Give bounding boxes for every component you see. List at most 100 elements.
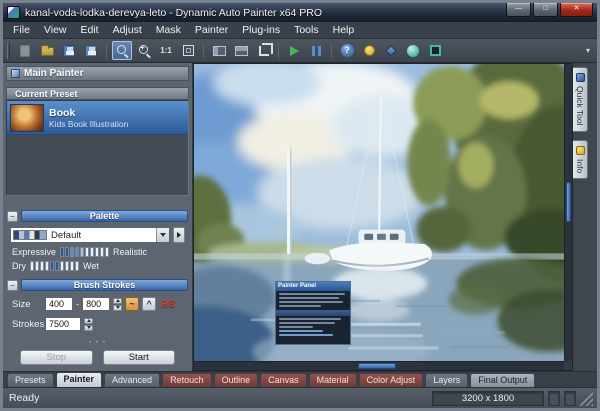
horizontal-scrollbar[interactable] xyxy=(194,361,564,370)
help-icon: ? xyxy=(341,44,354,57)
size-spinner[interactable] xyxy=(113,298,122,311)
tab-retouch[interactable]: Retouch xyxy=(162,373,212,387)
menu-tools[interactable]: Tools xyxy=(287,23,326,37)
menu-file[interactable]: File xyxy=(6,23,37,37)
preset-name: Book xyxy=(49,107,128,119)
save-button[interactable] xyxy=(59,41,79,60)
close-button[interactable]: ✕ xyxy=(560,3,593,17)
tab-presets[interactable]: Presets xyxy=(7,373,54,387)
pause-icon xyxy=(312,46,321,56)
menu-help[interactable]: Help xyxy=(326,23,362,37)
palette-select-arrow[interactable] xyxy=(156,228,169,242)
tab-color-adjust[interactable]: Color Adjust xyxy=(359,373,424,387)
side-tab-strip: Quick Tool Info xyxy=(573,63,597,371)
minimize-button[interactable]: — xyxy=(506,3,531,17)
tab-info[interactable]: Info xyxy=(573,140,588,179)
play-icon xyxy=(290,46,299,56)
strokes-spinner[interactable] xyxy=(84,318,93,331)
rs-button[interactable]: RS xyxy=(161,299,175,310)
save-icon xyxy=(63,45,75,57)
help-popup-text xyxy=(279,301,343,303)
bottom-tab-bar: Presets Painter Advanced Retouch Outline… xyxy=(3,371,597,387)
help-popup: Painter Panel xyxy=(275,281,351,345)
realistic-label: Realistic xyxy=(113,247,147,257)
start-button[interactable]: Start xyxy=(103,350,176,365)
mask-tool-button[interactable] xyxy=(381,41,401,60)
size-max-input[interactable]: 800 xyxy=(82,297,110,311)
fit-to-window-button[interactable] xyxy=(178,41,198,60)
menu-plugins[interactable]: Plug-ins xyxy=(235,23,287,37)
collapse-palette-button[interactable]: − xyxy=(7,211,18,222)
help-popup-text xyxy=(279,305,321,307)
toolbar-separator xyxy=(331,43,332,59)
dry-wet-slider[interactable] xyxy=(30,261,79,271)
quick-tool-icon xyxy=(576,73,585,82)
split-view-button[interactable] xyxy=(231,41,251,60)
panel-resize-grip[interactable]: - - - xyxy=(6,337,189,346)
palette-more-button[interactable] xyxy=(173,227,185,243)
vertical-scrollbar-thumb[interactable] xyxy=(566,182,571,222)
export-icon xyxy=(85,45,97,57)
material-preview-button[interactable] xyxy=(425,41,445,60)
preset-item-book[interactable]: Book Kids Book Illustration xyxy=(7,101,188,135)
new-button[interactable] xyxy=(15,41,35,60)
start-painting-button[interactable] xyxy=(284,41,304,60)
collapse-brush-button[interactable]: − xyxy=(7,280,18,291)
magnifier-plus-icon xyxy=(139,45,148,54)
zoom-tool-button[interactable] xyxy=(112,41,132,60)
menu-edit[interactable]: Edit xyxy=(74,23,106,37)
canvas-viewport[interactable]: Painter Panel xyxy=(193,63,573,371)
tab-advanced[interactable]: Advanced xyxy=(104,373,160,387)
new-icon xyxy=(20,45,30,57)
actual-size-button[interactable]: 1:1 xyxy=(156,41,176,60)
stop-button[interactable]: Stop xyxy=(20,350,93,365)
tab-layers[interactable]: Layers xyxy=(425,373,468,387)
help-popup-text xyxy=(279,318,341,320)
tab-canvas[interactable]: Canvas xyxy=(260,373,307,387)
panels-layout-button[interactable] xyxy=(209,41,229,60)
window-resize-grip[interactable] xyxy=(580,391,593,406)
vertical-scrollbar[interactable] xyxy=(564,64,572,361)
strokes-input[interactable]: 7500 xyxy=(45,317,81,331)
menu-mask[interactable]: Mask xyxy=(149,23,188,37)
tab-painter[interactable]: Painter xyxy=(56,372,103,387)
preset-list: Book Kids Book Illustration xyxy=(6,100,189,196)
palette-selected-value: Default xyxy=(51,230,156,241)
horizontal-scrollbar-thumb[interactable] xyxy=(358,363,396,369)
tab-material[interactable]: Material xyxy=(309,373,357,387)
size-min-input[interactable]: 400 xyxy=(45,297,73,311)
open-button[interactable] xyxy=(37,41,57,60)
zoom-in-button[interactable] xyxy=(134,41,154,60)
menu-adjust[interactable]: Adjust xyxy=(106,23,149,37)
help-button[interactable]: ? xyxy=(337,41,357,60)
size-separator: - xyxy=(76,299,79,310)
status-panel-2 xyxy=(564,391,576,406)
help-popup-text xyxy=(279,322,335,324)
main-area: Main Painter Current Preset Book Kids Bo… xyxy=(3,63,597,371)
palette-header: Palette xyxy=(21,210,188,222)
current-preset-header: Current Preset xyxy=(6,87,189,100)
fit-icon xyxy=(183,45,194,56)
lamp-tool-button[interactable] xyxy=(359,41,379,60)
crop-button[interactable] xyxy=(253,41,273,60)
tab-outline[interactable]: Outline xyxy=(214,373,259,387)
mask-icon xyxy=(385,45,396,56)
tab-final-output[interactable]: Final Output xyxy=(470,373,535,387)
sphere-preview-button[interactable] xyxy=(403,41,423,60)
brush-shape-button[interactable]: ~ xyxy=(125,297,139,311)
painting-image xyxy=(194,64,564,361)
tab-quick-tool[interactable]: Quick Tool xyxy=(573,67,588,132)
preset-description: Kids Book Illustration xyxy=(49,119,128,129)
menu-view[interactable]: View xyxy=(37,23,74,37)
palette-select[interactable]: Default xyxy=(10,227,170,243)
help-popup-link[interactable] xyxy=(279,330,323,332)
expressive-realistic-slider[interactable] xyxy=(60,247,109,257)
pause-painting-button[interactable] xyxy=(306,41,326,60)
menu-painter[interactable]: Painter xyxy=(188,23,235,37)
toolbar-overflow-button[interactable]: ▾ xyxy=(583,46,593,55)
export-button[interactable] xyxy=(81,41,101,60)
help-popup-link[interactable] xyxy=(279,334,333,336)
panel-header: Main Painter xyxy=(6,66,189,81)
maximize-button[interactable]: □ xyxy=(533,3,558,17)
brush-direction-button[interactable]: ^ xyxy=(142,297,156,311)
